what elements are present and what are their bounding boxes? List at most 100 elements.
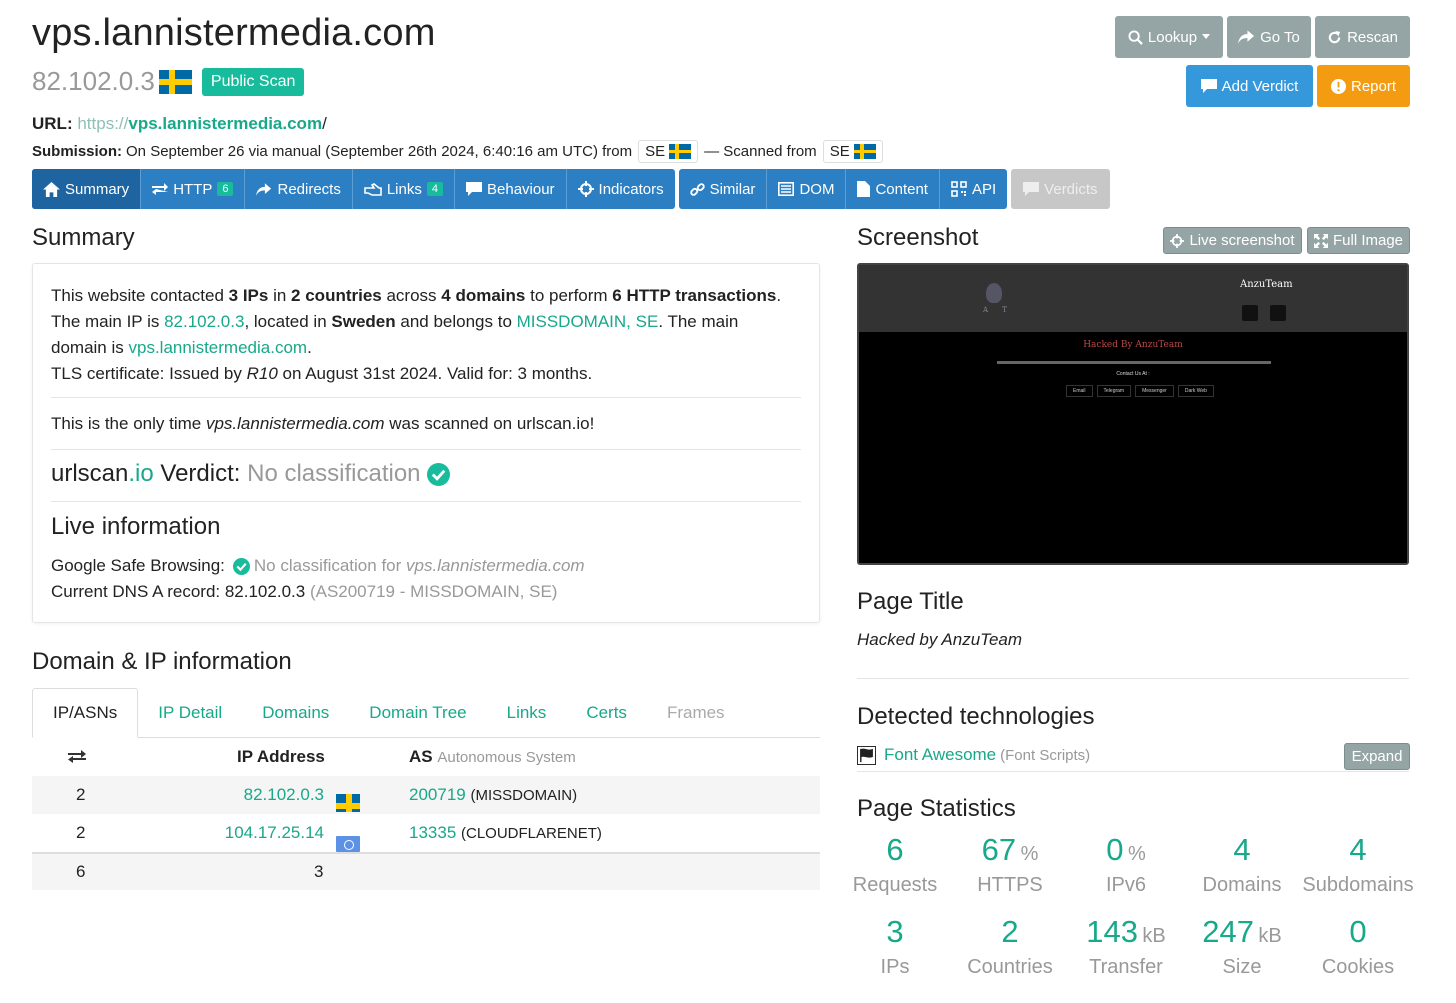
link-icon	[689, 182, 705, 196]
gsb-value: No classification for vps.lannistermedia…	[253, 556, 585, 575]
submission-country-code: SE	[645, 143, 666, 160]
search-icon	[1128, 29, 1143, 45]
main-domain-link[interactable]: vps.lannistermedia.com	[128, 338, 307, 357]
stat-subdomains: 4 Subdomains	[1302, 832, 1414, 896]
tab-content-label: Content	[875, 180, 928, 198]
verdict-label: Verdict:	[153, 460, 248, 487]
table-row: 2 82.102.0.3 200719 (MISSDOMAIN)	[32, 776, 820, 814]
expand-button[interactable]: Expand	[1344, 743, 1410, 770]
live-screenshot-button[interactable]: Live screenshot	[1163, 227, 1302, 254]
report-button[interactable]: Report	[1317, 65, 1410, 107]
main-ip: 82.102.0.3	[32, 66, 155, 96]
tab-summary[interactable]: Summary	[32, 169, 142, 209]
share-arrow-icon	[256, 182, 272, 196]
scanned-from-country: SE	[822, 140, 883, 163]
add-verdict-button[interactable]: Add Verdict	[1186, 65, 1313, 107]
shot-link: Dark Web	[1177, 385, 1214, 397]
tab-http[interactable]: HTTP 6	[141, 169, 246, 209]
stat-cookies: 0 Cookies	[1321, 914, 1395, 978]
col-as: AS Autonomous System	[409, 747, 576, 766]
tab-indicators-label: Indicators	[598, 180, 664, 198]
expand-icon	[1313, 233, 1328, 248]
exchange-icon[interactable]	[68, 749, 86, 764]
stat-ipv6: 0 % IPv6	[1105, 832, 1147, 896]
tab-behaviour[interactable]: Behaviour	[455, 169, 567, 209]
tab-certs[interactable]: Certs	[566, 688, 647, 738]
shot-divider	[997, 361, 1271, 364]
lookup-label: Lookup	[1147, 28, 1198, 46]
col-ip-address: IP Address	[237, 747, 325, 766]
ip-line: 82.102.0.3 Public Scan	[32, 66, 305, 97]
row-count: 2	[76, 785, 86, 804]
page-title: vps.lannistermedia.com	[32, 12, 436, 54]
tab-similar[interactable]: Similar	[679, 169, 768, 209]
full-image-button[interactable]: Full Image	[1307, 227, 1410, 254]
row-asn-link[interactable]: 13335	[409, 823, 456, 842]
nav-group-verdicts: Verdicts	[1011, 169, 1110, 209]
tab-links-label: Links	[386, 180, 422, 198]
report-label: Report	[1350, 77, 1397, 95]
tab-dom[interactable]: DOM	[767, 169, 847, 209]
tab-verdicts[interactable]: Verdicts	[1011, 169, 1109, 209]
stat-size: 247 kB Size	[1202, 914, 1282, 978]
divider	[51, 397, 801, 398]
hand-pointer-icon	[364, 182, 382, 196]
tab-behaviour-label: Behaviour	[487, 180, 555, 198]
stat-https: 67 % HTTPS	[977, 832, 1043, 896]
public-scan-badge: Public Scan	[201, 67, 305, 96]
tab-domain-tree[interactable]: Domain Tree	[349, 688, 486, 738]
tab-domains[interactable]: Domains	[242, 688, 349, 738]
rescan-button[interactable]: Rescan	[1315, 16, 1410, 58]
shot-hacked-heading: Hacked By AnzuTeam	[1083, 340, 1183, 350]
main-ip-link[interactable]: 82.102.0.3	[164, 312, 244, 331]
live-screenshot-label: Live screenshot	[1189, 232, 1295, 249]
tab-redirects[interactable]: Redirects	[245, 169, 353, 209]
screenshot-image[interactable]: A T AnzuTeam Hacked By AnzuTeam Contact …	[857, 263, 1409, 565]
tab-http-label: HTTP	[173, 180, 213, 198]
tab-links[interactable]: Links 4	[353, 169, 455, 209]
file-icon	[857, 181, 871, 197]
tab-similar-label: Similar	[709, 180, 756, 198]
verdict-value: No classification	[247, 460, 421, 487]
nav-group-primary: Summary HTTP 6 Redirects Links 4 Behavio…	[32, 169, 675, 209]
tab-ip-detail[interactable]: IP Detail	[138, 688, 242, 738]
tech-name-link[interactable]: Font Awesome	[884, 745, 996, 765]
screenshot-heading: Screenshot	[857, 224, 979, 251]
tab-summary-label: Summary	[65, 180, 130, 198]
url-domain-link[interactable]: vps.lannistermedia.com	[128, 114, 322, 133]
goto-button[interactable]: Go To	[1227, 16, 1311, 58]
tab-frames[interactable]: Frames	[647, 688, 745, 738]
shot-brand: AnzuTeam	[1240, 279, 1293, 290]
comment-icon	[1023, 182, 1040, 196]
row-ip-link[interactable]: 82.102.0.3	[244, 785, 324, 805]
summary-line-3: domain is vps.lannistermedia.com.	[51, 338, 312, 357]
shot-icon-square	[1270, 305, 1286, 321]
sweden-flag-icon	[669, 144, 692, 159]
tab-ip-asns[interactable]: IP/ASNs	[32, 688, 139, 738]
submission-line: Submission: On September 26 via manual (…	[32, 140, 883, 163]
shot-link: Telegram	[1096, 385, 1132, 397]
submission-text: On September 26 via manual (September 26…	[126, 143, 633, 160]
result-nav: Summary HTTP 6 Redirects Links 4 Behavio…	[32, 169, 1114, 209]
row-ip-link[interactable]: 104.17.25.14	[225, 823, 324, 843]
asn-link[interactable]: MISSDOMAIN, SE	[517, 312, 659, 331]
url-line: URL: https://vps.lannistermedia.com/	[32, 114, 327, 134]
row-as: 13335 (CLOUDFLARENET)	[409, 823, 602, 842]
summary-line-1: This website contacted 3 IPs in 2 countr…	[51, 286, 782, 305]
tab-content[interactable]: Content	[846, 169, 940, 209]
page-title-value: Hacked by AnzuTeam	[857, 630, 1023, 649]
tab-indicators[interactable]: Indicators	[567, 169, 675, 209]
lookup-button[interactable]: Lookup	[1115, 16, 1223, 58]
tab-api[interactable]: API	[940, 169, 1007, 209]
table-header: IP Address AS Autonomous System	[32, 738, 820, 776]
divider	[857, 678, 1409, 679]
tab-links-list[interactable]: Links	[487, 688, 567, 738]
comment-icon	[1200, 79, 1217, 93]
caret-down-icon	[1202, 34, 1211, 39]
tab-verdicts-label: Verdicts	[1044, 180, 1098, 198]
domain-ip-tabs: IP/ASNs IP Detail Domains Domain Tree Li…	[32, 688, 820, 738]
stat-requests: 6 Requests	[852, 832, 938, 896]
row-asn-link[interactable]: 200719	[409, 785, 466, 804]
summary-line-2: The main IP is 82.102.0.3, located in Sw…	[51, 312, 739, 331]
shot-contact: Contact Us At :	[1116, 371, 1150, 377]
